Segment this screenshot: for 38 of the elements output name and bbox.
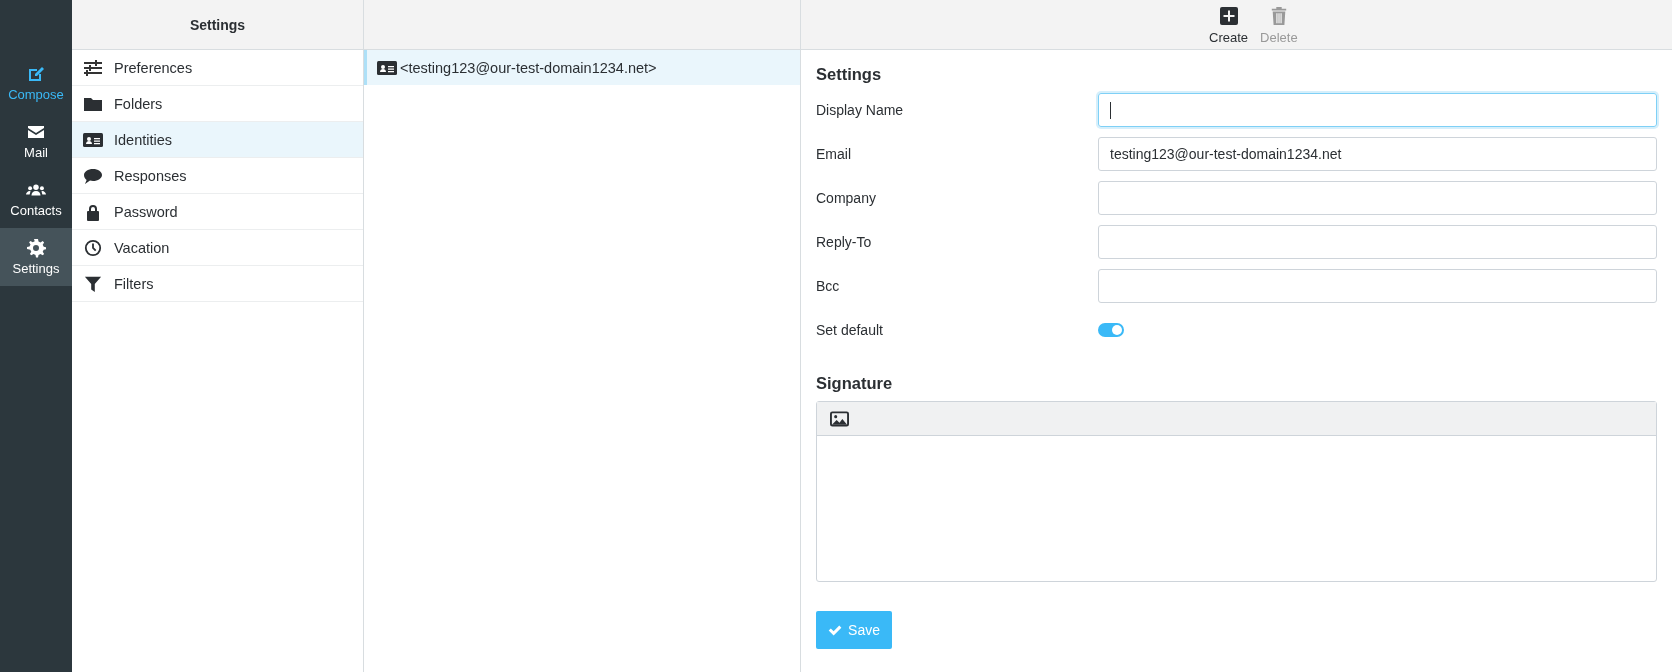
create-button[interactable]: Create bbox=[1209, 4, 1249, 45]
input-field[interactable]: testing123@our-test-domain1234.net bbox=[1098, 137, 1657, 171]
input-field[interactable] bbox=[1098, 93, 1657, 127]
id-card-icon bbox=[377, 58, 397, 77]
nav-item[interactable]: Mail bbox=[0, 112, 72, 170]
category-item[interactable]: Password bbox=[72, 194, 363, 230]
category-item[interactable]: Vacation bbox=[72, 230, 363, 266]
edit-icon bbox=[26, 64, 46, 84]
nav-item[interactable]: Settings bbox=[0, 228, 72, 286]
clock-icon bbox=[83, 238, 103, 257]
section-heading: Settings bbox=[816, 65, 883, 84]
input-field[interactable] bbox=[1098, 181, 1657, 215]
field-label: Bcc bbox=[816, 278, 841, 294]
nav-item[interactable]: Compose bbox=[0, 54, 72, 112]
trash-icon bbox=[1269, 7, 1288, 25]
field-label: Display Name bbox=[816, 102, 905, 118]
plus-square-icon bbox=[1219, 7, 1238, 25]
field-label: Email bbox=[816, 146, 852, 162]
identity-item[interactable]: <testing123@our-test-domain1234.net> bbox=[364, 50, 800, 85]
field-label: Reply-To bbox=[816, 234, 873, 250]
id-card-icon bbox=[83, 130, 103, 149]
field-label: Company bbox=[816, 190, 877, 206]
column-title: Settings bbox=[189, 16, 246, 33]
toggle-switch[interactable] bbox=[1098, 323, 1124, 337]
input-field[interactable] bbox=[1098, 269, 1657, 303]
gear-icon bbox=[26, 238, 46, 258]
category-item[interactable]: Responses bbox=[72, 158, 363, 194]
input-field[interactable] bbox=[1098, 225, 1657, 259]
category-item[interactable]: Filters bbox=[72, 266, 363, 302]
field-label: Set default bbox=[816, 322, 884, 338]
image-icon[interactable] bbox=[830, 410, 849, 427]
speech-bubble-icon bbox=[83, 166, 103, 185]
section-heading: Signature bbox=[816, 374, 894, 393]
sliders-icon bbox=[83, 58, 103, 77]
category-item[interactable]: Preferences bbox=[72, 50, 363, 86]
funnel-icon bbox=[83, 274, 103, 293]
nav-item[interactable]: Contacts bbox=[0, 170, 72, 228]
category-item[interactable]: Identities bbox=[72, 122, 363, 158]
